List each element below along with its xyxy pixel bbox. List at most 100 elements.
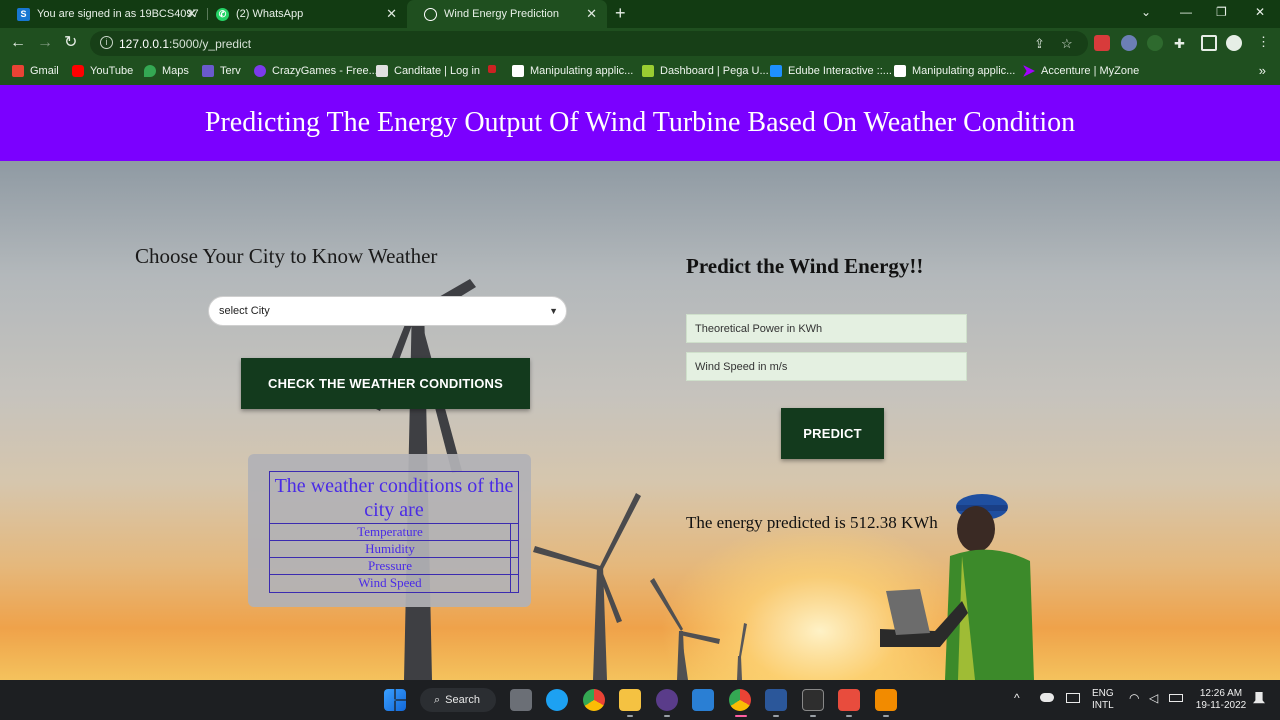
pega-icon [512, 65, 524, 77]
maps-icon [144, 65, 156, 77]
bookmark-edube[interactable]: Edube Interactive ::... [770, 65, 892, 77]
close-icon[interactable]: ✕ [186, 7, 197, 21]
wind-turbine-silhouettes [372, 279, 1034, 680]
pocket-extension-icon[interactable] [1094, 35, 1110, 51]
mail-icon[interactable] [692, 689, 714, 711]
theoretical-power-input[interactable]: Theoretical Power in KWh [686, 314, 967, 343]
file-explorer-icon[interactable] [619, 689, 641, 711]
extension-icon[interactable] [1147, 35, 1163, 51]
wind-speed-input[interactable]: Wind Speed in m/s [686, 352, 967, 381]
close-icon[interactable]: ✕ [586, 7, 597, 21]
predict-button[interactable]: PREDICT [781, 408, 884, 459]
bookmark-star-icon[interactable]: ☆ [1061, 36, 1073, 52]
running-indicator [773, 715, 779, 717]
new-tab-button[interactable]: + [615, 4, 626, 22]
table-row: Humidity [270, 541, 518, 558]
minimize-icon[interactable]: — [1180, 5, 1192, 19]
city-section-title: Choose Your City to Know Weather [135, 244, 438, 268]
bookmark-manipulating-2[interactable]: Manipulating applic... [894, 65, 1015, 77]
task-view-icon[interactable] [510, 689, 532, 711]
menu-kebab-icon[interactable]: ⋮ [1257, 34, 1270, 50]
language-indicator[interactable]: ENG INTL [1092, 688, 1114, 712]
bookmarks-more-icon[interactable]: » [1259, 63, 1266, 78]
bookmark-gmail[interactable]: Gmail [12, 65, 59, 77]
extension-icon[interactable] [1121, 35, 1137, 51]
tab-signed-in[interactable]: S You are signed in as 19BCS4097 ✕ [0, 0, 207, 28]
tab-strip: S You are signed in as 19BCS4097 ✕ ✆ (2)… [0, 0, 1280, 28]
sublime-icon[interactable] [875, 689, 897, 711]
keyboard-icon[interactable] [1066, 693, 1080, 703]
bookmark-red[interactable] [488, 65, 502, 73]
pressure-label: Pressure [270, 558, 511, 574]
table-row: Wind Speed [270, 575, 518, 592]
chevron-up-icon[interactable]: ^ [1014, 692, 1020, 704]
globe-icon [424, 7, 437, 21]
back-icon[interactable]: ← [10, 34, 26, 52]
bookmark-candidate[interactable]: Canditate | Log in [376, 65, 480, 77]
bookmark-maps[interactable]: Maps [144, 65, 189, 77]
tab-wind-energy[interactable]: Wind Energy Prediction ✕ [407, 0, 607, 28]
wifi-icon[interactable]: ◠ [1129, 692, 1139, 704]
start-icon[interactable] [384, 689, 406, 711]
candidate-icon [376, 65, 388, 77]
page-header: Predicting The Energy Output Of Wind Tur… [0, 85, 1280, 161]
tab-search-icon[interactable]: ⌄ [1141, 5, 1151, 19]
chrome-active-icon[interactable] [729, 689, 751, 711]
wind-speed-label: Wind Speed [270, 575, 511, 592]
temperature-label: Temperature [270, 524, 511, 540]
running-indicator [846, 715, 852, 717]
bookmark-crazygames[interactable]: CrazyGames - Free... [254, 65, 378, 77]
address-bar[interactable]: i 127.0.0.1:5000/y_predict ⇪ ☆ [90, 31, 1088, 56]
tab-whatsapp[interactable]: ✆ (2) WhatsApp ✕ [199, 0, 407, 28]
predict-section-title: Predict the Wind Energy!! [686, 254, 924, 278]
media-player-icon[interactable] [656, 689, 678, 711]
bookmark-pega-dashboard[interactable]: Dashboard | Pega U... [642, 65, 769, 77]
check-weather-button[interactable]: CHECK THE WEATHER CONDITIONS [241, 358, 530, 409]
chrome-icon[interactable] [583, 689, 605, 711]
search-icon: ⌕ [434, 693, 441, 706]
puzzle-icon[interactable]: ✚ [1174, 36, 1185, 52]
maximize-icon[interactable]: ❐ [1216, 5, 1227, 19]
onedrive-icon[interactable] [1040, 693, 1054, 702]
city-select[interactable]: select City ▼ [208, 296, 567, 326]
page-title: Predicting The Energy Output Of Wind Tur… [204, 107, 1076, 138]
bookmark-youtube[interactable]: YouTube [72, 65, 133, 77]
clock[interactable]: 12:26 AM 19-11-2022 [1193, 688, 1249, 712]
bookmark-accenture[interactable]: Accenture | MyZone [1023, 65, 1139, 77]
gmail-icon [12, 65, 24, 77]
hero-background: Choose Your City to Know Weather select … [0, 161, 1280, 680]
window-close-icon[interactable]: ✕ [1255, 5, 1265, 19]
running-indicator [627, 715, 633, 717]
bookmark-terv[interactable]: Terv [202, 65, 241, 77]
bookmark-manipulating-1[interactable]: Manipulating applic... [512, 65, 633, 77]
pega-academy-icon [642, 65, 654, 77]
notification-icon[interactable] [1253, 692, 1265, 704]
terminal-icon[interactable] [802, 689, 824, 711]
app-icon[interactable] [838, 689, 860, 711]
share-icon[interactable]: ⇪ [1034, 36, 1045, 52]
table-row: Pressure [270, 558, 518, 575]
profile-avatar[interactable] [1226, 35, 1242, 51]
close-icon[interactable]: ✕ [386, 7, 397, 21]
side-panel-icon[interactable] [1201, 35, 1217, 51]
taskbar-search[interactable]: ⌕ Search [420, 688, 496, 712]
s-favicon-icon: S [17, 7, 30, 21]
windows-taskbar: ⌕ Search ^ ENG INTL ◠ ◁ 12:26 AM 19-11-2022 [0, 680, 1280, 720]
url-text[interactable]: 127.0.0.1:5000/y_predict [119, 37, 251, 51]
wind-speed-value [511, 575, 518, 592]
site-info-icon[interactable]: i [100, 36, 113, 49]
battery-icon[interactable] [1169, 694, 1183, 702]
crazygames-icon [254, 65, 266, 77]
volume-icon[interactable]: ◁ [1149, 692, 1158, 704]
browser-toolbar: ← → ↻ i 127.0.0.1:5000/y_predict ⇪ ☆ ✚ ⋮ [0, 28, 1280, 59]
city-select-value: select City [219, 305, 270, 317]
reload-icon[interactable]: ↻ [64, 34, 77, 52]
terv-icon [202, 65, 214, 77]
edube-icon [770, 65, 782, 77]
edge-icon[interactable] [546, 689, 568, 711]
red-bookmark-icon [488, 65, 496, 73]
bookmarks-bar: Gmail YouTube Maps Terv CrazyGames - Fre… [0, 59, 1280, 85]
word-icon[interactable] [765, 689, 787, 711]
active-indicator [735, 715, 747, 717]
forward-icon[interactable]: → [37, 34, 53, 52]
